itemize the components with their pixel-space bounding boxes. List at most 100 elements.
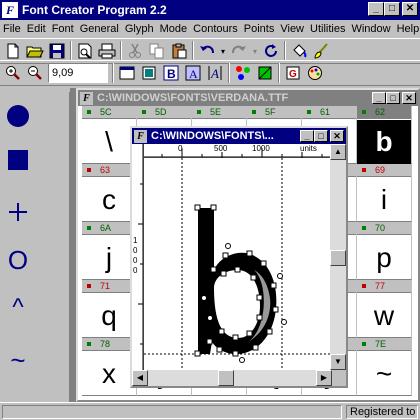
zoom-out-icon[interactable] xyxy=(24,62,46,84)
glyph-vertical-scrollbar[interactable]: ▲ ▼ xyxy=(330,144,346,370)
menu-points[interactable]: Points xyxy=(241,23,278,35)
font-close-button[interactable]: ✕ xyxy=(402,92,416,104)
menu-font[interactable]: Font xyxy=(49,23,77,35)
glyph-map-icon[interactable]: A xyxy=(182,62,204,84)
glyph-outline[interactable] xyxy=(144,158,330,370)
menu-help[interactable]: Help xyxy=(394,23,420,35)
scroll-down-arrow-icon[interactable]: ▼ xyxy=(330,354,346,370)
window-controls: _ □ ✕ xyxy=(368,2,418,16)
toolbox-edge xyxy=(0,88,70,92)
undo-icon[interactable] xyxy=(196,40,218,62)
frame-icon[interactable] xyxy=(138,62,160,84)
glyph-code-label: 62 xyxy=(357,106,411,119)
glyph-character: ~ xyxy=(375,358,393,389)
bucket-icon[interactable] xyxy=(288,40,310,62)
window-icon[interactable] xyxy=(116,62,138,84)
import-icon[interactable]: G xyxy=(282,62,304,84)
glyph-window-icon[interactable]: F xyxy=(134,129,147,143)
zoom-in-icon[interactable] xyxy=(2,62,24,84)
paste-icon[interactable] xyxy=(168,40,190,62)
scroll-right-arrow-icon[interactable]: ▶ xyxy=(316,370,332,386)
menu-file[interactable]: File xyxy=(0,23,24,35)
menu-view[interactable]: View xyxy=(277,23,307,35)
glyph-cell[interactable]: 7E ~ xyxy=(357,338,412,396)
new-icon[interactable] xyxy=(2,40,24,62)
bold-icon[interactable]: B xyxy=(160,62,182,84)
circle-tool-icon[interactable] xyxy=(4,102,32,130)
italic-icon[interactable]: A xyxy=(204,62,226,84)
app-icon[interactable]: F xyxy=(2,2,18,18)
horizontal-scroll-thumb[interactable] xyxy=(218,370,234,386)
glyph-status-dot-icon xyxy=(87,342,91,346)
refresh-icon[interactable] xyxy=(260,40,282,62)
font-maximize-button[interactable]: □ xyxy=(386,92,400,104)
undo-dropdown-icon[interactable]: ▾ xyxy=(218,40,228,62)
glyph-cell[interactable]: 78 x xyxy=(82,338,137,396)
contour-icon[interactable] xyxy=(254,62,276,84)
plus-tool-icon[interactable] xyxy=(4,198,32,226)
cut-icon[interactable] xyxy=(124,40,146,62)
minimize-button[interactable]: _ xyxy=(368,2,384,16)
glyph-code: 5D xyxy=(155,107,167,117)
glyph-character: \ xyxy=(105,126,113,157)
glyph-horizontal-scrollbar[interactable]: ◀ ▶ xyxy=(132,370,332,386)
redo-icon[interactable] xyxy=(228,40,250,62)
print-preview-icon[interactable] xyxy=(74,40,96,62)
menu-mode[interactable]: Mode xyxy=(157,23,191,35)
glyph-code-label: 78 xyxy=(82,338,136,351)
copy-icon[interactable] xyxy=(146,40,168,62)
left-ruler-label-4: 0 xyxy=(133,266,138,275)
glyph-window-titlebar[interactable]: F C:\WINDOWS\FONTS\... _ □ ✕ xyxy=(132,128,346,144)
glyph-code-label: 5F xyxy=(247,106,301,119)
font-window-icon[interactable]: F xyxy=(80,91,93,105)
glyph-cell[interactable]: 6A j xyxy=(82,222,137,280)
ruler-unit: units xyxy=(300,144,317,153)
vertical-scroll-thumb[interactable] xyxy=(330,250,346,266)
caret-tool[interactable]: ^ xyxy=(4,294,32,322)
glyph-code: 5C xyxy=(100,107,112,117)
glyph-cell[interactable]: 77 w xyxy=(357,280,412,338)
scroll-left-arrow-icon[interactable]: ◀ xyxy=(132,370,148,386)
glyph-code-label: 5E xyxy=(192,106,246,119)
glyph-cell[interactable]: 62 b xyxy=(357,106,412,164)
zoom-field[interactable]: 9,09 xyxy=(48,63,108,83)
glyph-window[interactable]: F C:\WINDOWS\FONTS\... _ □ ✕ 0 500 1000 … xyxy=(130,126,348,388)
menu-contours[interactable]: Contours xyxy=(190,23,241,35)
menu-window[interactable]: Window xyxy=(348,23,393,35)
glyph-status-dot-icon xyxy=(197,110,201,114)
glyph-cell[interactable]: 69 i xyxy=(357,164,412,222)
nodes-icon[interactable] xyxy=(232,62,254,84)
maximize-button[interactable]: □ xyxy=(384,2,400,16)
menu-edit[interactable]: Edit xyxy=(24,23,49,35)
open-icon[interactable] xyxy=(24,40,46,62)
glyph-maximize-button[interactable]: □ xyxy=(314,130,328,142)
glyph-cell[interactable]: 5C \ xyxy=(82,106,137,164)
square-tool-icon[interactable] xyxy=(4,146,32,174)
font-minimize-button[interactable]: _ xyxy=(372,92,386,104)
save-icon[interactable] xyxy=(46,40,68,62)
menu-glyph[interactable]: Glyph xyxy=(122,23,157,35)
menu-general[interactable]: General xyxy=(77,23,122,35)
scroll-up-arrow-icon[interactable]: ▲ xyxy=(330,144,346,160)
palette-icon[interactable] xyxy=(304,62,326,84)
print-icon[interactable] xyxy=(96,40,118,62)
glyph-character: p xyxy=(376,242,392,273)
glyph-close-button[interactable]: ✕ xyxy=(330,130,344,142)
glyph-character: w xyxy=(373,300,395,331)
glyph-cell[interactable]: 71 q xyxy=(82,280,137,338)
glyph-status-dot-icon xyxy=(87,284,91,288)
glyph-minimize-button[interactable]: _ xyxy=(300,130,314,142)
glyph-cell[interactable]: 70 p xyxy=(357,222,412,280)
glyph-cell[interactable]: 63 c xyxy=(82,164,137,222)
brush-icon[interactable] xyxy=(310,40,332,62)
left-ruler-label-1: 1 xyxy=(133,236,138,245)
redo-dropdown-icon[interactable]: ▾ xyxy=(250,40,260,62)
font-window-titlebar[interactable]: F C:\WINDOWS\FONTS\VERDANA.TTF _ □ ✕ xyxy=(78,90,418,106)
tilde-tool[interactable]: ~ xyxy=(4,345,32,375)
glyph-canvas[interactable] xyxy=(144,158,330,370)
glyph-character: q xyxy=(101,300,117,331)
title-bar[interactable]: F Font Creator Program 2.2 _ □ ✕ xyxy=(0,0,420,20)
menu-utilities[interactable]: Utilities xyxy=(307,23,348,35)
close-button[interactable]: ✕ xyxy=(402,2,418,16)
letter-o-tool[interactable]: O xyxy=(4,245,32,275)
